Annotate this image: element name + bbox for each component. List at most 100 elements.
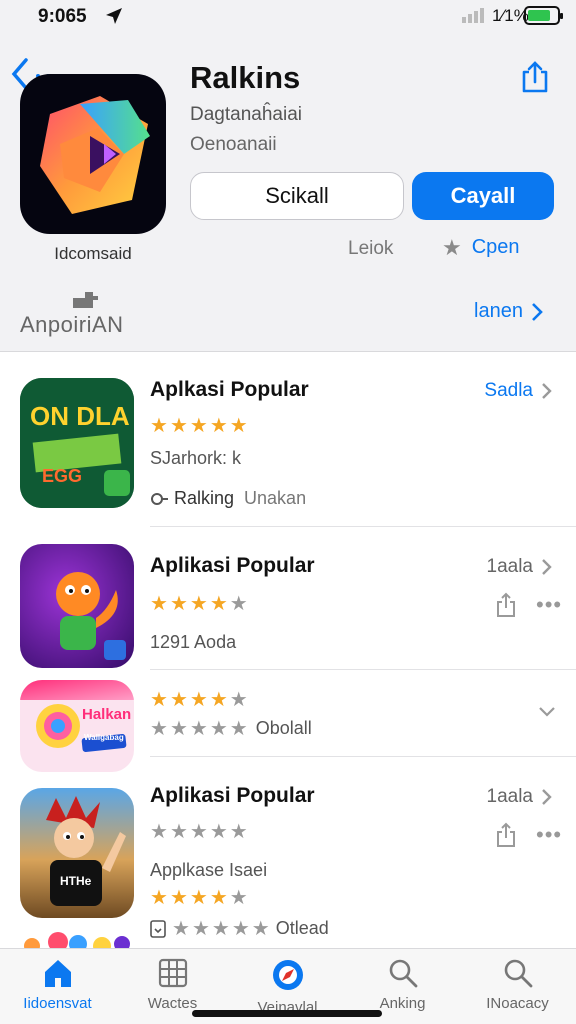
list-item-meta: Applkase Isaei bbox=[150, 860, 268, 880]
star-icon: ★ bbox=[150, 415, 168, 437]
star-icon: ★ bbox=[229, 689, 248, 711]
star-icon: ★ bbox=[209, 689, 228, 711]
rating-stars-secondary: ★ ★ ★ ★ ★ bbox=[150, 888, 248, 908]
get-button[interactable]: Cayall bbox=[412, 172, 554, 220]
icon-text: Halkan bbox=[82, 706, 132, 723]
search-icon bbox=[389, 959, 417, 988]
list-item-action[interactable]: Sadla bbox=[484, 380, 552, 402]
rating-stars-tertiary: ★ ★ ★ ★ ★ bbox=[172, 919, 270, 939]
star-icon: ★ bbox=[211, 917, 230, 940]
see-all-link[interactable]: lanen bbox=[474, 300, 543, 323]
footer-text: Otlead bbox=[275, 918, 329, 938]
icon-text: ON DLA bbox=[30, 401, 130, 431]
star-icon: ★ bbox=[229, 887, 248, 909]
icon-subtext: Wallgabag bbox=[84, 733, 124, 742]
chevron-right-icon bbox=[532, 302, 543, 321]
star-icon: ★ bbox=[189, 415, 208, 437]
share-icon[interactable] bbox=[518, 60, 552, 94]
open-link[interactable]: ★ Cpen bbox=[442, 236, 520, 259]
tab-label: Wactes bbox=[147, 995, 198, 1012]
more-icon[interactable]: ••• bbox=[536, 822, 562, 848]
row-actions: ••• bbox=[494, 822, 562, 848]
share-icon[interactable] bbox=[494, 592, 518, 618]
icon-caption: Idcomsaid bbox=[54, 244, 132, 263]
list-item-title[interactable]: Aplikasi Popular bbox=[150, 554, 315, 578]
star-icon: ★ bbox=[169, 717, 188, 740]
author-sub: Unakan bbox=[244, 488, 307, 508]
tab-label: INoacacy bbox=[486, 995, 549, 1012]
list-item-title[interactable]: Aplikasi Popular bbox=[150, 784, 315, 808]
star-icon: ★ bbox=[229, 593, 248, 615]
star-icon: ★ bbox=[172, 917, 190, 940]
divider bbox=[150, 526, 576, 527]
install-icon bbox=[150, 919, 166, 938]
star-icon: ★ bbox=[189, 887, 208, 909]
compass-icon bbox=[272, 960, 303, 990]
more-icon[interactable]: ••• bbox=[536, 592, 562, 618]
star-icon: ★ bbox=[189, 593, 208, 615]
star-icon: ★ bbox=[231, 917, 250, 940]
icon-text: HTHe bbox=[60, 874, 92, 888]
meta-text: Obolall bbox=[255, 718, 312, 738]
divider bbox=[150, 756, 576, 757]
star-icon: ★ bbox=[169, 821, 188, 843]
home-indicator bbox=[192, 1010, 382, 1017]
star-icon: ★ bbox=[209, 821, 228, 843]
list-item-icon[interactable] bbox=[20, 544, 134, 668]
chevron-down-icon[interactable] bbox=[538, 706, 556, 718]
tab-apps[interactable]: Veinavlal bbox=[230, 957, 345, 1016]
tab-today[interactable]: Iidoensvat bbox=[0, 957, 115, 1012]
star-icon: ★ bbox=[150, 887, 168, 909]
app-header: Ralkins Dagtanaĥaiai Oenoanaii Scikall C… bbox=[0, 34, 576, 352]
app-category: Oenoanaii bbox=[190, 134, 277, 155]
list-item-icon[interactable]: Halkan Wallgabag bbox=[20, 680, 134, 772]
star-icon: ★ bbox=[169, 689, 188, 711]
developer-label: AnpoiriAN bbox=[20, 312, 124, 337]
star-icon: ★ bbox=[150, 821, 168, 843]
next-item-icons-peek bbox=[24, 932, 130, 948]
list-item-meta: 1291 Aoda bbox=[150, 632, 237, 652]
action-label: Sadla bbox=[484, 380, 533, 401]
rating-stars: ★ ★ ★ ★ ★ bbox=[150, 822, 248, 842]
star-icon: ★ bbox=[229, 415, 248, 437]
star-icon: ★ bbox=[209, 415, 228, 437]
list-item-icon[interactable]: ON DLA EGG bbox=[20, 378, 134, 508]
list-item-action[interactable]: 1aala bbox=[487, 786, 553, 808]
row-actions: ••• bbox=[494, 592, 562, 618]
author-name: Ralking bbox=[174, 488, 235, 508]
signal-icon bbox=[462, 8, 484, 23]
star-icon: ★ bbox=[191, 917, 210, 940]
tab-search[interactable]: INoacacy bbox=[460, 957, 575, 1012]
tab-games[interactable]: Wactes bbox=[115, 957, 230, 1012]
secondary-button[interactable]: Scikall bbox=[190, 172, 404, 220]
list-item-footer: ★ ★ ★ ★ ★ Otlead bbox=[150, 918, 329, 939]
list-item-title[interactable]: Aplkasi Popular bbox=[150, 378, 309, 402]
tab-label: Anking bbox=[379, 995, 426, 1012]
star-icon: ★ bbox=[150, 593, 168, 615]
icon-subtext: EGG bbox=[42, 466, 83, 486]
rating-stars: ★ ★ ★ ★ ★ bbox=[150, 416, 248, 436]
chevron-right-icon bbox=[542, 383, 552, 399]
list-item-meta: ★ ★ ★ ★ ★ Obolall bbox=[150, 718, 312, 739]
grid-icon bbox=[158, 958, 187, 988]
location-arrow-icon bbox=[106, 8, 122, 24]
link-icon bbox=[151, 492, 168, 505]
star-icon: ★ bbox=[209, 887, 228, 909]
list-item-author: Ralking Unakan bbox=[150, 488, 306, 509]
star-icon: ★ bbox=[169, 887, 188, 909]
action-label: 1aala bbox=[486, 556, 534, 577]
star-icon: ★ bbox=[442, 234, 462, 260]
rating-stars-secondary: ★ ★ ★ ★ ★ bbox=[150, 719, 248, 739]
hammer-icon bbox=[73, 292, 98, 308]
list-item-action[interactable]: 1aala bbox=[487, 556, 553, 578]
star-icon: ★ bbox=[251, 917, 270, 940]
tab-arcade[interactable]: Anking bbox=[345, 957, 460, 1012]
list-item-meta: SJarhork: k bbox=[150, 448, 242, 468]
list-item-icon[interactable]: HTHe bbox=[20, 788, 134, 918]
star-icon: ★ bbox=[189, 717, 208, 740]
app-icon bbox=[20, 74, 166, 234]
status-time: 9:065 bbox=[38, 6, 87, 27]
divider bbox=[150, 669, 576, 670]
star-icon: ★ bbox=[189, 821, 208, 843]
share-icon[interactable] bbox=[494, 822, 518, 848]
